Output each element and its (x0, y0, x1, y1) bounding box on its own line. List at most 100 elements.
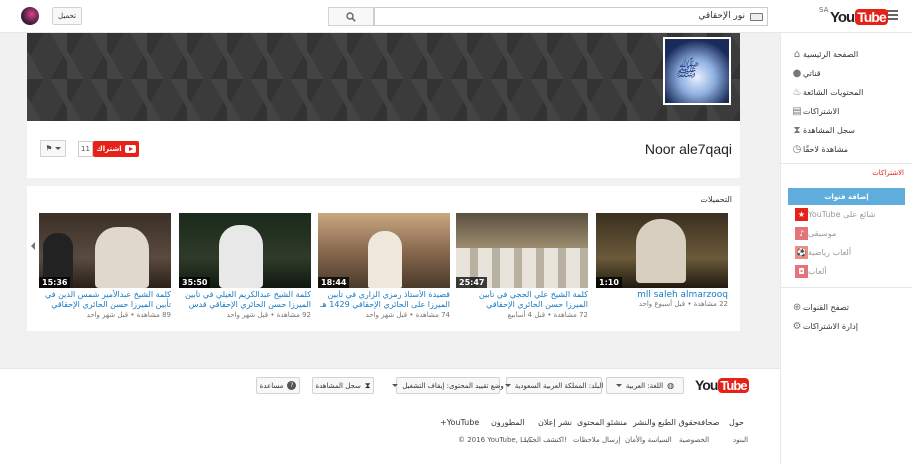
guide-menu-icon[interactable] (887, 10, 898, 20)
help-button[interactable]: ? مساعدة (256, 377, 300, 394)
footer-link-policy[interactable]: السياسة والأمان (625, 436, 672, 444)
video-duration: 15:36 (39, 277, 71, 288)
video-duration: 25:47 (456, 277, 488, 288)
sports-icon: ⚽ (795, 245, 808, 259)
thumb-figure (636, 219, 686, 283)
guide-browse-channels[interactable]: ⊕ تصفح القنوات (785, 298, 898, 316)
search-button[interactable] (328, 7, 374, 26)
chevron-down-icon (615, 384, 622, 387)
guide-item-watch-later[interactable]: ◷ مشاهدة لاحقًا (785, 140, 898, 158)
channel-header: ﷺ Noor ale7qaqi اشتراك 11 ⚑ (27, 33, 740, 178)
avatar[interactable] (21, 7, 39, 25)
restricted-mode-button[interactable]: وضع تقييد المحتوى: إيقاف التشغيل (392, 377, 504, 394)
guide-divider-2 (781, 287, 912, 288)
video-thumbnail[interactable]: 35:50 (179, 213, 311, 288)
person-icon: ● (792, 67, 802, 79)
footer-link-about[interactable]: حول (729, 418, 744, 427)
video-meta: 74 مشاهدة • قبل شهر واحد (365, 311, 450, 319)
video-title[interactable]: قصيدة الأستاذ رمزي الزاري في تأبين المير… (318, 290, 450, 311)
sub-item-trending[interactable]: ★ شائع على YouTube (789, 205, 904, 223)
masthead: You Tube SA نور الإحقاقي تحميل (0, 0, 912, 33)
video-thumbnail[interactable]: 25:47 (456, 213, 588, 288)
home-icon: ⌂ (793, 48, 801, 60)
video-meta: 89 مشاهدة • قبل شهر واحد (86, 311, 171, 319)
subscribe-button[interactable]: اشتراك (93, 141, 139, 157)
uploads-title[interactable]: التحميلات (700, 195, 732, 204)
thumb-figure (368, 231, 402, 288)
region-label: SA (819, 6, 829, 14)
guide-item-subscriptions[interactable]: ▤ الاشتراكات (785, 102, 898, 120)
guide-divider (781, 163, 912, 164)
search-input[interactable]: نور الإحقاقي (374, 7, 768, 26)
search-value: نور الإحقاقي (698, 11, 745, 21)
guide-item-history[interactable]: ⧗ سجل المشاهدة (785, 121, 898, 139)
search-icon (346, 11, 356, 22)
video-title[interactable]: كلمة الشيخ عبدالأمير شمس الدين في تأبين … (39, 290, 171, 311)
video-duration: 35:50 (179, 277, 211, 288)
help-icon: ? (287, 381, 297, 390)
hourglass-icon: ⧗ (793, 124, 801, 136)
footer-link-terms[interactable]: البنود (733, 436, 748, 444)
gear-icon: ⚙ (792, 320, 802, 332)
sub-item-gaming[interactable]: ◘ ألعاب (789, 262, 904, 280)
footer-link-privacy[interactable]: الخصوصية (679, 436, 709, 444)
country-button[interactable]: البلد: المملكة العربية السعودية (504, 377, 603, 394)
upload-button[interactable]: تحميل (52, 7, 82, 25)
chevron-down-icon (54, 147, 61, 150)
channel-avatar: ﷺ (663, 37, 731, 105)
guide-item-my-channel[interactable]: ● قناتي (785, 64, 898, 82)
footer-link-advertise[interactable]: نشر إعلان (538, 418, 572, 427)
footer-link-press[interactable]: صحافة (697, 418, 720, 427)
video-meta: 72 مشاهدة • قبل 4 أسابيع (507, 311, 588, 319)
chevron-down-icon (504, 384, 511, 387)
hourglass-icon: ⧗ (364, 380, 371, 390)
calligraphy-logo-icon: ﷺ (675, 60, 697, 81)
video-meta: 92 مشاهدة • قبل شهر واحد (226, 311, 311, 319)
thumb-figure (95, 227, 149, 288)
guide-manage-subscriptions[interactable]: ⚙ إدارة الاشتراكات (785, 317, 898, 335)
video-duration: 1:10 (596, 277, 622, 288)
footer-link-feedback[interactable]: إرسال ملاحظات (573, 436, 620, 444)
footer-logo-you: You (695, 377, 718, 393)
footer-copyright: © 2016 YouTube, LLC (458, 436, 533, 444)
logo-tube: Tube (855, 9, 888, 25)
video-thumbnail[interactable]: 15:36 (39, 213, 171, 288)
guide-item-trending[interactable]: ♨ المحتويات الشائعة (785, 83, 898, 101)
footer-logo-tube: Tube (718, 377, 749, 393)
channel-name[interactable]: Noor ale7qaqi (645, 141, 732, 157)
subscribe-label: اشتراك (96, 145, 122, 153)
gamepad-icon: ◘ (795, 264, 808, 278)
carousel-prev-icon[interactable] (31, 242, 35, 250)
guide-item-home[interactable]: ⌂ الصفحة الرئيسية (785, 45, 898, 63)
footer-link-developers[interactable]: المطورون (491, 418, 525, 427)
video-title[interactable]: كلمة الشيخ علي الحجي في تأبين الميرزا حس… (456, 290, 588, 311)
language-button[interactable]: ◍ اللغة: العربية (606, 377, 684, 394)
flag-dropdown[interactable]: ⚑ (40, 140, 66, 157)
subscriptions-heading: الاشتراكات (872, 169, 904, 177)
flag-icon: ⚑ (45, 144, 53, 153)
sub-item-sports[interactable]: ⚽ ألعاب رياضية (789, 243, 904, 261)
channel-banner (27, 33, 740, 121)
footer-logo[interactable]: You Tube (695, 377, 749, 393)
video-thumbnail[interactable]: 1:10 (596, 213, 728, 288)
add-channels-button[interactable]: إضافة قنوات (788, 188, 905, 205)
footer-link-creators[interactable]: منشئو المحتوى (577, 418, 627, 427)
plus-circle-icon: ⊕ (792, 301, 802, 313)
clock-icon: ◷ (792, 143, 802, 155)
footer-link-copyright[interactable]: حقوق الطبع والنشر (633, 418, 698, 427)
history-button[interactable]: ⧗ سجل المشاهدة (312, 377, 374, 394)
language-icon: ◍ (667, 381, 675, 390)
youtube-logo[interactable]: You Tube (830, 7, 888, 27)
music-note-icon: ♪ (795, 226, 808, 240)
sub-item-music[interactable]: ♪ موسيقى (789, 224, 904, 242)
chevron-down-icon (392, 384, 399, 387)
subscriber-count: 11 (78, 141, 93, 157)
footer-link-youtube-plus[interactable]: +YouTube (440, 418, 479, 427)
video-title[interactable]: كلمة الشيخ عبدالكريم الغيلي في تأبين الم… (179, 290, 311, 311)
keyboard-icon[interactable] (750, 13, 763, 21)
video-meta: 22 مشاهدة • قبل أسبوع واحد (638, 300, 728, 308)
flame-icon: ♨ (792, 86, 802, 98)
video-duration: 18:44 (318, 277, 350, 288)
subscriptions-icon: ▤ (792, 105, 802, 117)
video-thumbnail[interactable]: 18:44 (318, 213, 450, 288)
